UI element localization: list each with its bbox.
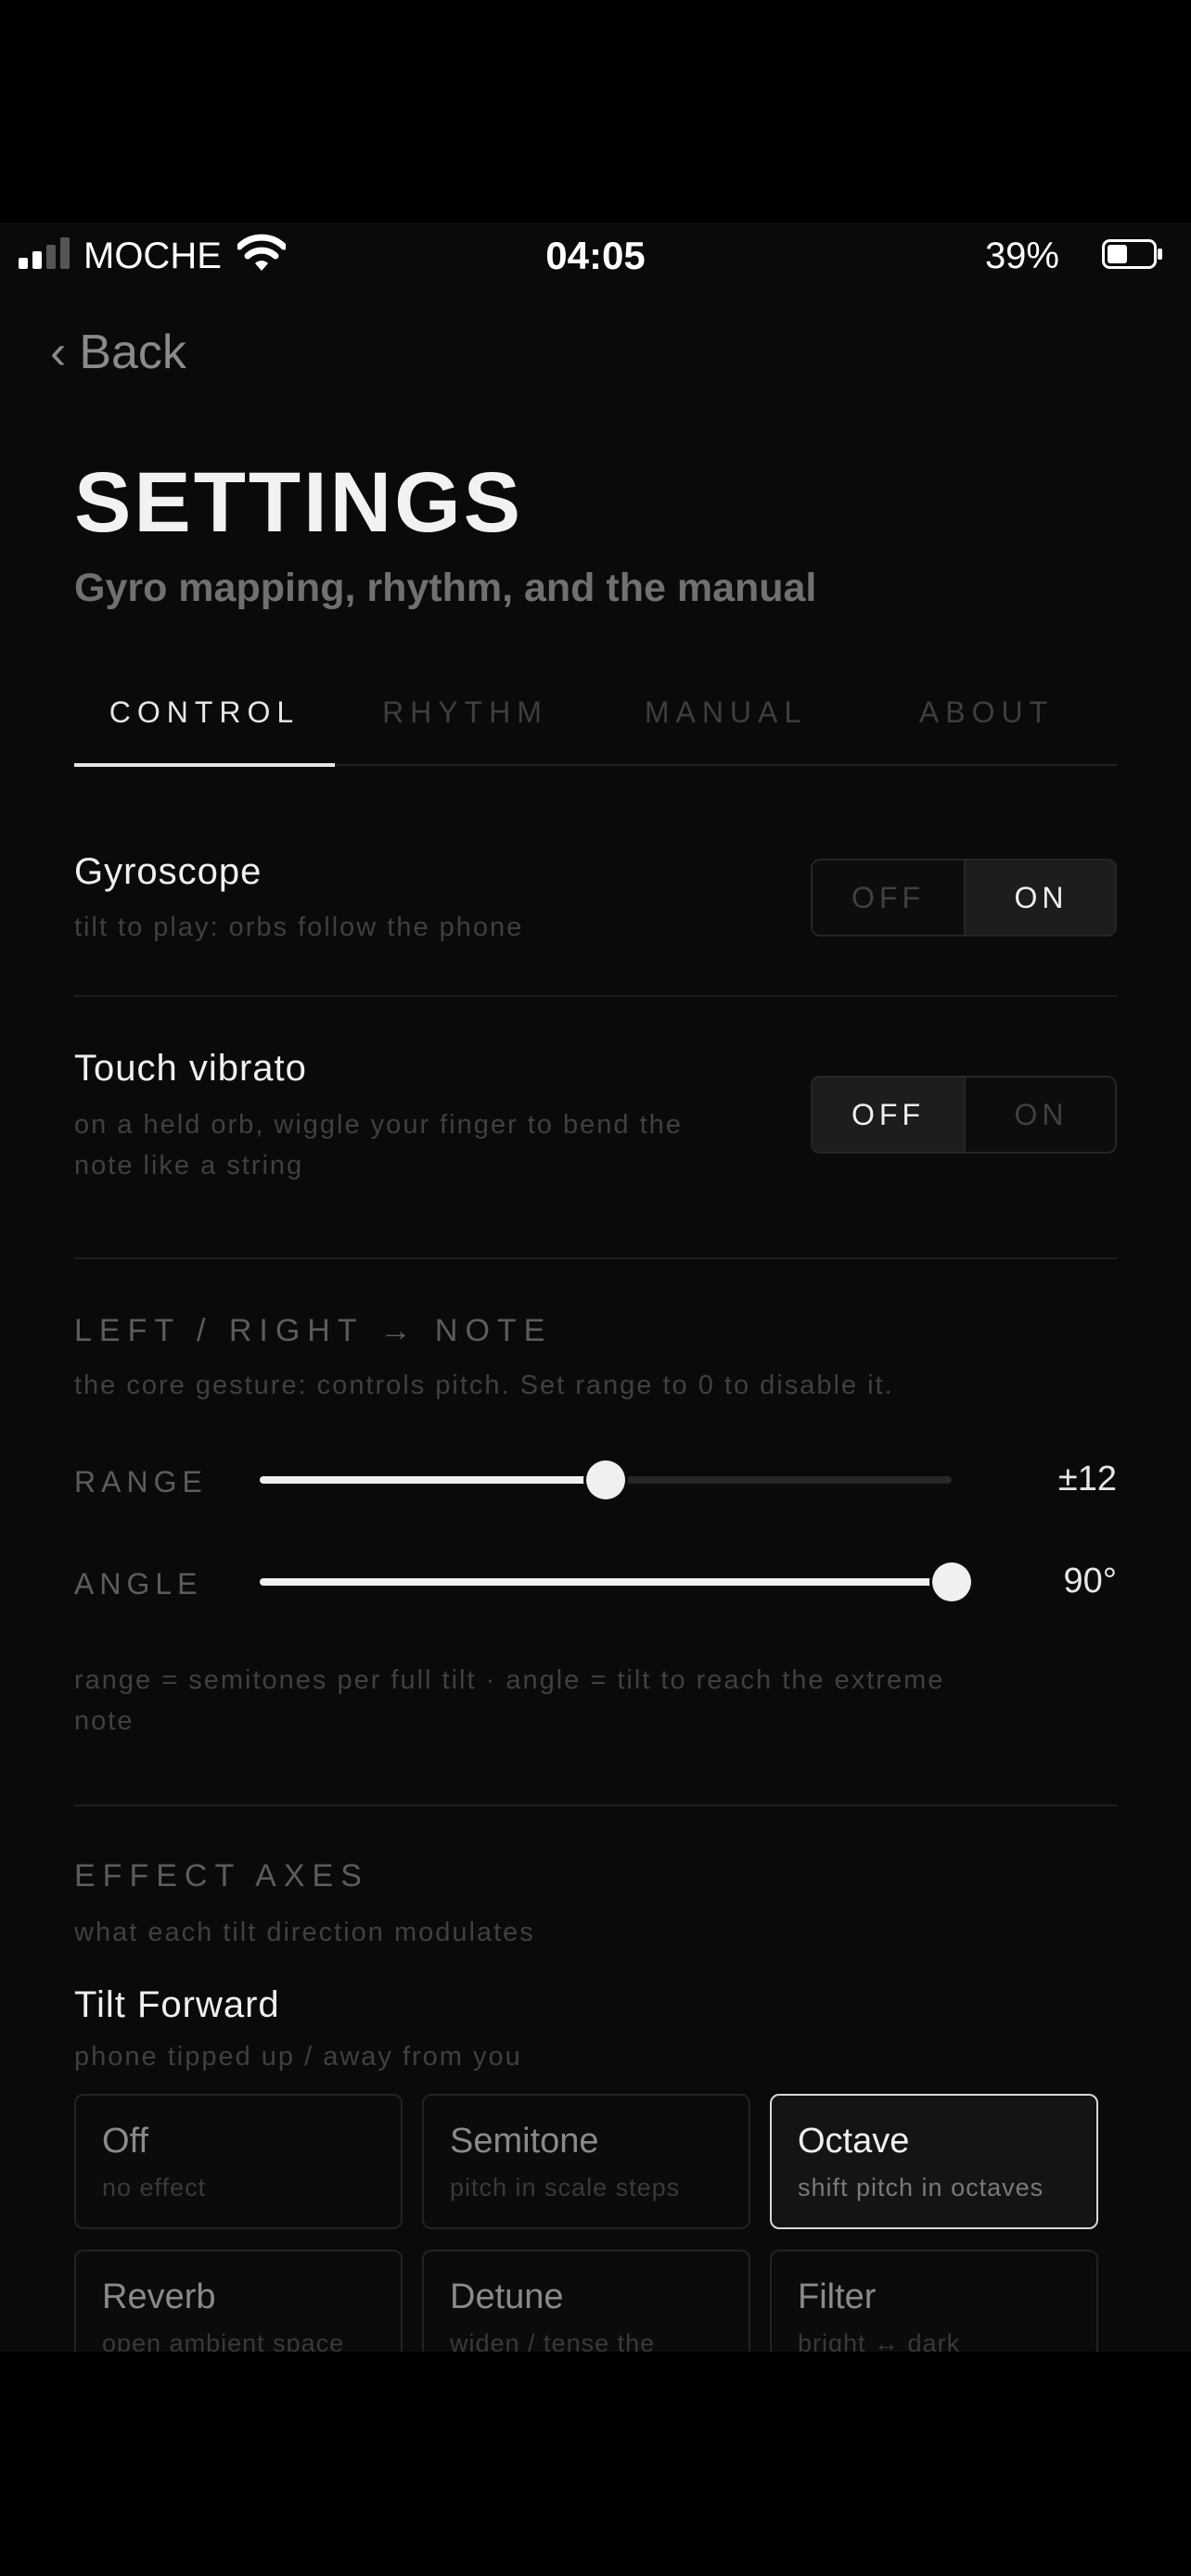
touch-vibrato-off-option[interactable]: OFF: [813, 1078, 966, 1152]
tab-bar: CONTROL RHYTHM MANUAL ABOUT: [74, 694, 1117, 767]
divider: [74, 1804, 1117, 1806]
note-mapping-section-title: LEFT / RIGHT → NOTE: [74, 1313, 553, 1348]
tab-control[interactable]: CONTROL: [74, 694, 335, 762]
gyroscope-toggle: OFF ON: [811, 859, 1117, 937]
effect-axes-section-title: EFFECT AXES: [74, 1858, 369, 1894]
option-subtitle: shift pitch in octaves: [798, 2174, 1044, 2201]
touch-vibrato-title: Touch vibrato: [74, 1048, 307, 1089]
gyroscope-description: tilt to play: orbs follow the phone: [74, 912, 524, 942]
touch-vibrato-description-line1: on a held orb, wiggle your finger to ben…: [74, 1110, 683, 1140]
gyroscope-title: Gyroscope: [74, 851, 263, 892]
effect-axes-description: what each tilt direction modulates: [74, 1918, 535, 1947]
effect-option-semitone[interactable]: Semitone pitch in scale steps: [422, 2094, 750, 2229]
back-button[interactable]: ‹ Back: [50, 325, 186, 380]
chevron-left-icon: ‹: [50, 325, 67, 379]
option-subtitle: bright ↔ dark: [798, 2329, 961, 2352]
active-tab-indicator: [74, 763, 335, 767]
option-subtitle: open ambient space: [102, 2329, 345, 2352]
page-title: SETTINGS: [74, 455, 524, 550]
angle-slider-handle[interactable]: [932, 1562, 971, 1601]
touch-vibrato-on-option[interactable]: ON: [966, 1078, 1115, 1152]
tab-about[interactable]: ABOUT: [856, 694, 1117, 762]
slider-help-line2: note: [74, 1706, 134, 1736]
divider: [74, 995, 1117, 997]
status-bar: MOCHE 04:05 39%: [0, 223, 1191, 289]
angle-slider[interactable]: [260, 1562, 971, 1601]
tab-rhythm[interactable]: RHYTHM: [335, 694, 596, 762]
back-label: Back: [79, 325, 186, 379]
range-slider-handle[interactable]: [586, 1460, 625, 1499]
range-label: RANGE: [74, 1465, 208, 1498]
effect-option-filter[interactable]: Filter bright ↔ dark: [770, 2250, 1098, 2352]
battery-icon: [1102, 239, 1162, 269]
option-subtitle: no effect: [102, 2174, 207, 2201]
touch-vibrato-description-line2: note like a string: [74, 1151, 304, 1180]
gyroscope-off-option[interactable]: OFF: [813, 861, 966, 935]
tab-manual[interactable]: MANUAL: [596, 694, 856, 762]
angle-slider-fill: [260, 1578, 952, 1586]
option-title: Detune: [450, 2277, 564, 2316]
tilt-forward-description: phone tipped up / away from you: [74, 2042, 522, 2072]
option-title: Off: [102, 2122, 148, 2161]
effect-option-detune[interactable]: Detune widen / tense the: [422, 2250, 750, 2352]
option-title: Semitone: [450, 2122, 599, 2161]
effect-option-off[interactable]: Off no effect: [74, 2094, 403, 2229]
slider-help-line1: range = semitones per full tilt · angle …: [74, 1665, 945, 1695]
battery-percentage: 39%: [984, 236, 1059, 276]
option-title: Octave: [798, 2122, 910, 2161]
option-title: Filter: [798, 2277, 877, 2316]
touch-vibrato-toggle: OFF ON: [811, 1076, 1117, 1154]
option-title: Reverb: [102, 2277, 216, 2316]
gyroscope-on-option[interactable]: ON: [966, 861, 1115, 935]
note-mapping-description: the core gesture: controls pitch. Set ra…: [74, 1371, 894, 1400]
range-slider[interactable]: [260, 1460, 952, 1499]
page-subtitle: Gyro mapping, rhythm, and the manual: [74, 566, 817, 610]
angle-value: 90°: [1063, 1562, 1117, 1600]
option-subtitle: widen / tense the: [450, 2329, 656, 2352]
effect-option-reverb[interactable]: Reverb open ambient space: [74, 2250, 403, 2352]
angle-label: ANGLE: [74, 1567, 203, 1600]
range-slider-fill: [260, 1476, 606, 1484]
tilt-forward-title: Tilt Forward: [74, 1984, 280, 2025]
settings-screen: MOCHE 04:05 39% ‹ Back SETTINGS Gyro mapp…: [0, 223, 1191, 2352]
option-subtitle: pitch in scale steps: [450, 2174, 681, 2201]
divider: [74, 1257, 1117, 1259]
effect-option-octave[interactable]: Octave shift pitch in octaves: [770, 2094, 1098, 2229]
range-value: ±12: [1057, 1460, 1117, 1498]
